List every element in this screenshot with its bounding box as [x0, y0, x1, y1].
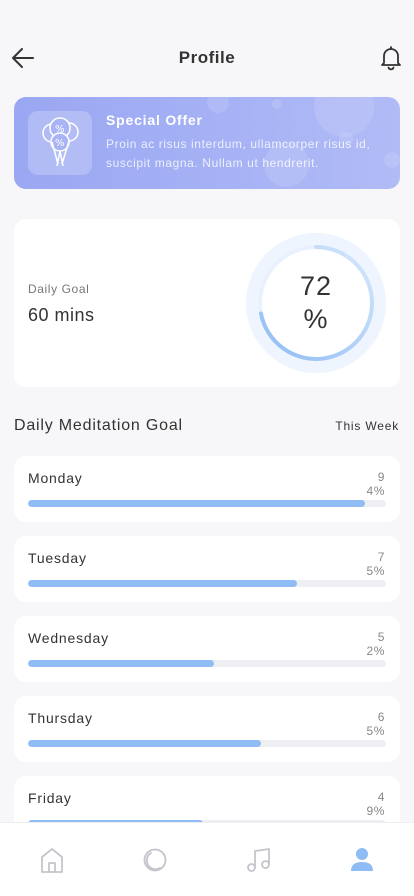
- day-name: Wednesday: [28, 630, 109, 646]
- day-percentage: 75%: [361, 550, 385, 578]
- day-percentage-unit: %: [373, 724, 385, 738]
- profile-icon: [351, 848, 373, 871]
- week-filter-link[interactable]: This Week: [335, 419, 399, 433]
- day-card-thursday[interactable]: Thursday 65%: [14, 696, 400, 762]
- decor-bubble: [272, 99, 282, 109]
- progress-fill: [28, 740, 261, 747]
- tab-profile[interactable]: [347, 845, 377, 875]
- progress-track: [28, 500, 386, 507]
- day-card-wednesday[interactable]: Wednesday 52%: [14, 616, 400, 682]
- progress-fill: [28, 580, 297, 587]
- day-percentage-unit: %: [373, 484, 385, 498]
- music-icon: [247, 848, 270, 872]
- svg-text:%: %: [55, 124, 65, 135]
- tab-meditation[interactable]: [140, 845, 170, 875]
- progress-fill: [28, 500, 365, 507]
- day-name: Monday: [28, 470, 83, 486]
- day-percentage: 94%: [361, 470, 385, 498]
- day-name: Friday: [28, 790, 72, 806]
- day-percentage-unit: %: [373, 644, 385, 658]
- day-card-monday[interactable]: Monday 94%: [14, 456, 400, 522]
- home-icon: [41, 848, 63, 873]
- offer-title: Special Offer: [106, 112, 203, 128]
- day-name: Tuesday: [28, 550, 87, 566]
- day-percentage: 49%: [361, 790, 385, 818]
- goal-percentage-unit: %: [303, 304, 329, 334]
- daily-goal-value: 60 mins: [28, 305, 95, 325]
- day-percentage: 65%: [361, 710, 385, 738]
- day-name: Thursday: [28, 710, 93, 726]
- notification-button[interactable]: [380, 44, 402, 72]
- page-title: Profile: [178, 48, 236, 67]
- decor-bubble: [207, 97, 229, 113]
- progress-track: [28, 740, 386, 747]
- bell-icon: [381, 46, 401, 71]
- decor-bubble: [314, 97, 374, 137]
- tab-home[interactable]: [37, 845, 67, 875]
- balloons-percent-icon: % %: [28, 111, 92, 175]
- meditation-icon: [143, 848, 167, 872]
- goal-percentage-value: 72: [299, 271, 333, 301]
- tab-music[interactable]: [244, 845, 274, 875]
- day-percentage-unit: %: [373, 804, 385, 818]
- progress-track: [28, 660, 386, 667]
- section-title: Daily Meditation Goal: [14, 417, 183, 434]
- daily-goal-label: Daily Goal: [28, 282, 90, 296]
- svg-text:%: %: [55, 138, 65, 149]
- bottom-tab-bar: [0, 822, 414, 896]
- day-percentage: 52%: [361, 630, 385, 658]
- progress-fill: [28, 660, 215, 667]
- special-offer-banner[interactable]: % % Special Offer Proin ac risus interdu…: [14, 97, 400, 189]
- daily-goal-card: Daily Goal 60 mins 72 %: [14, 219, 400, 387]
- day-card-tuesday[interactable]: Tuesday 75%: [14, 536, 400, 602]
- header: Profile: [0, 0, 414, 100]
- offer-description: Proin ac risus interdum, ullamcorper ris…: [106, 137, 371, 170]
- day-percentage-unit: %: [373, 564, 385, 578]
- goal-percentage: 72 %: [245, 232, 387, 374]
- progress-track: [28, 580, 386, 587]
